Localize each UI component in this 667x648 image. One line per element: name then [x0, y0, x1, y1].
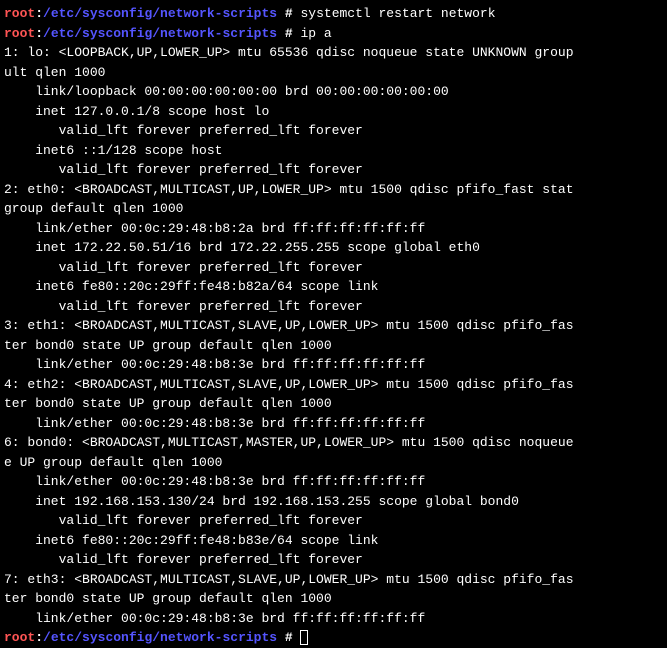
output-line: ter bond0 state UP group default qlen 10…	[4, 336, 663, 356]
prompt-path: /etc/sysconfig/network-scripts	[43, 26, 277, 41]
cursor-icon	[300, 630, 308, 645]
output-line: inet6 ::1/128 scope host	[4, 141, 663, 161]
output-line: e UP group default qlen 1000	[4, 453, 663, 473]
prompt-colon: :	[35, 630, 43, 645]
output-line: group default qlen 1000	[4, 199, 663, 219]
output-line: valid_lft forever preferred_lft forever	[4, 511, 663, 531]
prompt-path: /etc/sysconfig/network-scripts	[43, 6, 277, 21]
output-line: link/ether 00:0c:29:48:b8:3e brd ff:ff:f…	[4, 472, 663, 492]
prompt-line-2: root:/etc/sysconfig/network-scripts # ip…	[4, 24, 663, 44]
output-line: link/ether 00:0c:29:48:b8:3e brd ff:ff:f…	[4, 355, 663, 375]
output-line: inet 172.22.50.51/16 brd 172.22.255.255 …	[4, 238, 663, 258]
output-line: inet 192.168.153.130/24 brd 192.168.153.…	[4, 492, 663, 512]
prompt-user: root	[4, 6, 35, 21]
output-line: valid_lft forever preferred_lft forever	[4, 297, 663, 317]
output-line: link/ether 00:0c:29:48:b8:2a brd ff:ff:f…	[4, 219, 663, 239]
prompt-line-3[interactable]: root:/etc/sysconfig/network-scripts #	[4, 628, 663, 648]
prompt-hash: #	[277, 26, 300, 41]
output-line: 6: bond0: <BROADCAST,MULTICAST,MASTER,UP…	[4, 433, 663, 453]
output-line: valid_lft forever preferred_lft forever	[4, 121, 663, 141]
output-line: ter bond0 state UP group default qlen 10…	[4, 394, 663, 414]
prompt-path: /etc/sysconfig/network-scripts	[43, 630, 277, 645]
output-line: 4: eth2: <BROADCAST,MULTICAST,SLAVE,UP,L…	[4, 375, 663, 395]
prompt-hash: #	[277, 6, 300, 21]
prompt-colon: :	[35, 6, 43, 21]
output-line: inet6 fe80::20c:29ff:fe48:b82a/64 scope …	[4, 277, 663, 297]
output-line: link/ether 00:0c:29:48:b8:3e brd ff:ff:f…	[4, 414, 663, 434]
prompt-colon: :	[35, 26, 43, 41]
output-line: inet 127.0.0.1/8 scope host lo	[4, 102, 663, 122]
prompt-hash: #	[277, 630, 300, 645]
output-line: 3: eth1: <BROADCAST,MULTICAST,SLAVE,UP,L…	[4, 316, 663, 336]
prompt-user: root	[4, 26, 35, 41]
prompt-line-1: root:/etc/sysconfig/network-scripts # sy…	[4, 4, 663, 24]
output-line: 1: lo: <LOOPBACK,UP,LOWER_UP> mtu 65536 …	[4, 43, 663, 63]
output-line: ter bond0 state UP group default qlen 10…	[4, 589, 663, 609]
output-line: inet6 fe80::20c:29ff:fe48:b83e/64 scope …	[4, 531, 663, 551]
prompt-user: root	[4, 630, 35, 645]
output-line: 7: eth3: <BROADCAST,MULTICAST,SLAVE,UP,L…	[4, 570, 663, 590]
command-text-1: systemctl restart network	[300, 6, 495, 21]
output-line: valid_lft forever preferred_lft forever	[4, 258, 663, 278]
terminal[interactable]: root:/etc/sysconfig/network-scripts # sy…	[4, 4, 663, 648]
output-line: link/loopback 00:00:00:00:00:00 brd 00:0…	[4, 82, 663, 102]
output-line: valid_lft forever preferred_lft forever	[4, 160, 663, 180]
output-line: valid_lft forever preferred_lft forever	[4, 550, 663, 570]
output-line: link/ether 00:0c:29:48:b8:3e brd ff:ff:f…	[4, 609, 663, 629]
output-line: 2: eth0: <BROADCAST,MULTICAST,UP,LOWER_U…	[4, 180, 663, 200]
output-line: ult qlen 1000	[4, 63, 663, 83]
command-text-2: ip a	[300, 26, 331, 41]
